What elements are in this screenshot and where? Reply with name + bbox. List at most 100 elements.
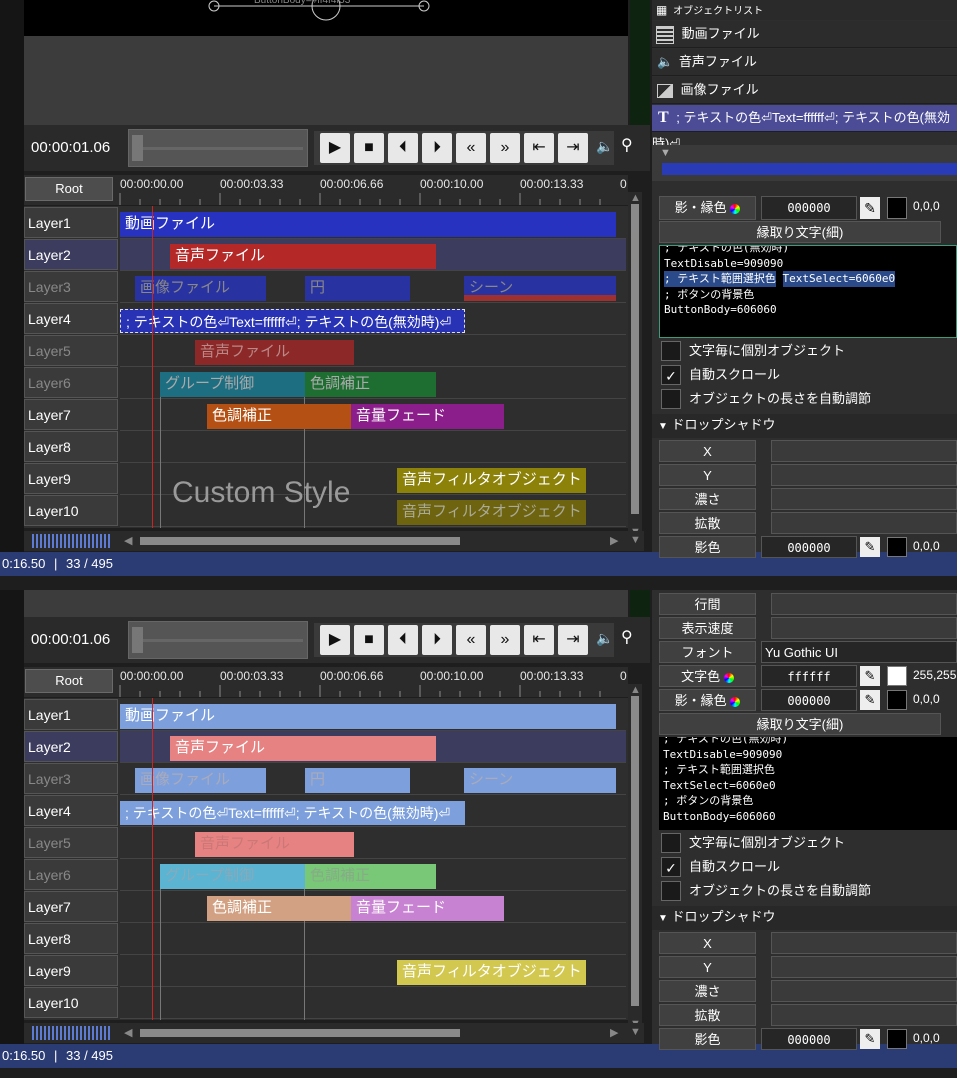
param-density-slider[interactable] (771, 980, 957, 1002)
play-button[interactable]: ▶ (320, 625, 350, 655)
layer-label[interactable]: Layer3 (24, 271, 118, 302)
layer-label[interactable]: Layer1 (24, 207, 118, 238)
shadow-color-button[interactable]: 影色 (659, 1028, 756, 1050)
layer-label[interactable]: Layer7 (24, 399, 118, 430)
shadow-value[interactable]: 000000 (761, 536, 857, 558)
font-button[interactable]: フォント (659, 641, 756, 663)
layer-label[interactable]: Layer9 (24, 463, 118, 494)
next-frame-button[interactable]: ⏵ (422, 133, 452, 163)
eyedropper-icon[interactable]: ✎ (860, 1029, 880, 1049)
layer-label[interactable]: Layer4 (24, 303, 118, 334)
layer-row[interactable] (120, 987, 626, 1019)
scroll-up-icon[interactable]: ▲ (630, 684, 641, 696)
object-item-selected[interactable]: T ; テキストの色⏎Text=ffffff⏎; テキストの色(無効時)⏎ (652, 105, 957, 151)
clip-audio-filter[interactable]: 音声フィルタオブジェクト (397, 468, 586, 493)
layer-label[interactable]: Layer9 (24, 955, 118, 986)
h-scroll-thumb[interactable] (140, 537, 460, 545)
playhead-marker-icon[interactable]: ▼ (660, 147, 671, 159)
param-x-slider[interactable] (771, 440, 957, 462)
clip-audio-filter[interactable]: 音声フィルタオブジェクト (397, 960, 586, 985)
clip-image[interactable]: 画像ファイル (135, 276, 266, 301)
scroll-up-icon[interactable]: ▲ (630, 192, 641, 204)
individual-object-checkbox[interactable] (661, 833, 681, 853)
autolength-checkbox[interactable] (661, 881, 681, 901)
eyedropper-icon[interactable]: ✎ (860, 666, 880, 686)
param-density-slider[interactable] (771, 488, 957, 510)
clip-circle[interactable]: 円 (305, 768, 410, 793)
seek-handle[interactable] (132, 627, 143, 653)
clip-color-correct[interactable]: 色調補正 (305, 864, 436, 889)
go-start-button[interactable]: ⇤ (524, 625, 554, 655)
scroll-down-icon[interactable]: ▼ (630, 1026, 641, 1038)
scroll-right-icon[interactable]: ▶ (610, 534, 618, 547)
layer-label[interactable]: Layer8 (24, 923, 118, 954)
play-button[interactable]: ▶ (320, 133, 350, 163)
layer-label[interactable]: Layer6 (24, 367, 118, 398)
v-scrollbar[interactable]: ▲ ▼ (628, 192, 642, 542)
go-start-button[interactable]: ⇤ (524, 133, 554, 163)
clip-text[interactable]: ; テキストの色⏎Text=ffffff⏎; テキストの色(無効時)⏎ (120, 309, 465, 333)
clip-video[interactable]: 動画ファイル (120, 212, 616, 237)
param-x-button[interactable]: X (659, 440, 756, 462)
border-style-button[interactable]: 縁取り文字(細) (659, 713, 941, 735)
layer-label[interactable]: Layer6 (24, 859, 118, 890)
clip-scene[interactable]: シーン (464, 276, 616, 301)
color-swatch[interactable] (887, 690, 907, 710)
v-scroll-thumb[interactable] (631, 204, 639, 514)
layer-label[interactable]: Layer7 (24, 891, 118, 922)
shadow-border-color-button[interactable]: 影・縁色 (659, 196, 756, 220)
param-x-button[interactable]: X (659, 932, 756, 954)
param-y-slider[interactable] (771, 464, 957, 486)
clip-group[interactable]: グループ制御 (160, 372, 305, 397)
param-y-button[interactable]: Y (659, 464, 756, 486)
color-swatch[interactable] (887, 666, 907, 686)
param-diffuse-button[interactable]: 拡散 (659, 1004, 756, 1026)
scroll-left-icon[interactable]: ◀ (124, 534, 132, 547)
font-select[interactable]: Yu Gothic UI (761, 641, 957, 663)
eyedropper-icon[interactable]: ✎ (860, 537, 880, 557)
autolength-checkbox[interactable] (661, 389, 681, 409)
color-swatch[interactable] (887, 197, 907, 219)
scroll-down-icon[interactable]: ▼ (630, 534, 641, 546)
clip-video[interactable]: 動画ファイル (120, 704, 616, 729)
clip-volume-fade[interactable]: 音量フェード (351, 404, 504, 429)
clip-color-tone[interactable]: 色調補正 (207, 404, 351, 429)
clip-audio[interactable]: 音声ファイル (170, 736, 436, 761)
prev-frame-button[interactable]: ⏴ (388, 133, 418, 163)
param-diffuse-button[interactable]: 拡散 (659, 512, 756, 534)
clip-scene[interactable]: シーン (464, 768, 616, 793)
text-color-button[interactable]: 文字色 (659, 665, 756, 687)
stop-button[interactable]: ■ (354, 133, 384, 163)
text-content-box[interactable]: ; テキストの色(無効時) TextDisable=909090 ; テキスト範… (659, 245, 957, 338)
layer-label[interactable]: Layer5 (24, 827, 118, 858)
stop-button[interactable]: ■ (354, 625, 384, 655)
rewind-button[interactable]: « (456, 625, 486, 655)
individual-object-checkbox[interactable] (661, 341, 681, 361)
clip-group[interactable]: グループ制御 (160, 864, 305, 889)
scroll-right-icon[interactable]: ▶ (610, 1026, 618, 1039)
clip-volume-fade[interactable]: 音量フェード (351, 896, 504, 921)
layer-label[interactable]: Layer5 (24, 335, 118, 366)
text-color-value[interactable]: ffffff (761, 665, 857, 687)
border-style-button[interactable]: 縁取り文字(細) (659, 221, 941, 243)
clip-circle[interactable]: 円 (305, 276, 410, 301)
shadow-value[interactable]: 000000 (761, 1028, 857, 1050)
display-speed-slider[interactable] (771, 617, 957, 639)
eyedropper-icon[interactable]: ✎ (860, 690, 880, 710)
fast-forward-button[interactable]: » (490, 133, 520, 163)
param-density-button[interactable]: 濃さ (659, 488, 756, 510)
text-content-box[interactable]: ; テキストの色(無効時) TextDisable=909090 ; テキスト範… (659, 737, 957, 830)
next-frame-button[interactable]: ⏵ (422, 625, 452, 655)
clip-image[interactable]: 画像ファイル (135, 768, 266, 793)
layer-label[interactable]: Layer10 (24, 495, 118, 526)
prev-frame-button[interactable]: ⏴ (388, 625, 418, 655)
clip-color-tone[interactable]: 色調補正 (207, 896, 351, 921)
autoscroll-checkbox[interactable]: ✓ (661, 365, 681, 385)
shadow-border-color-button[interactable]: 影・縁色 (659, 689, 756, 711)
param-y-button[interactable]: Y (659, 956, 756, 978)
layer-label[interactable]: Layer8 (24, 431, 118, 462)
go-end-button[interactable]: ⇥ (558, 133, 588, 163)
playhead[interactable] (152, 206, 153, 528)
zoom-icon[interactable]: ⚲ (621, 627, 633, 647)
drop-shadow-section[interactable]: ▼ ドロップシャドウ (652, 414, 957, 438)
